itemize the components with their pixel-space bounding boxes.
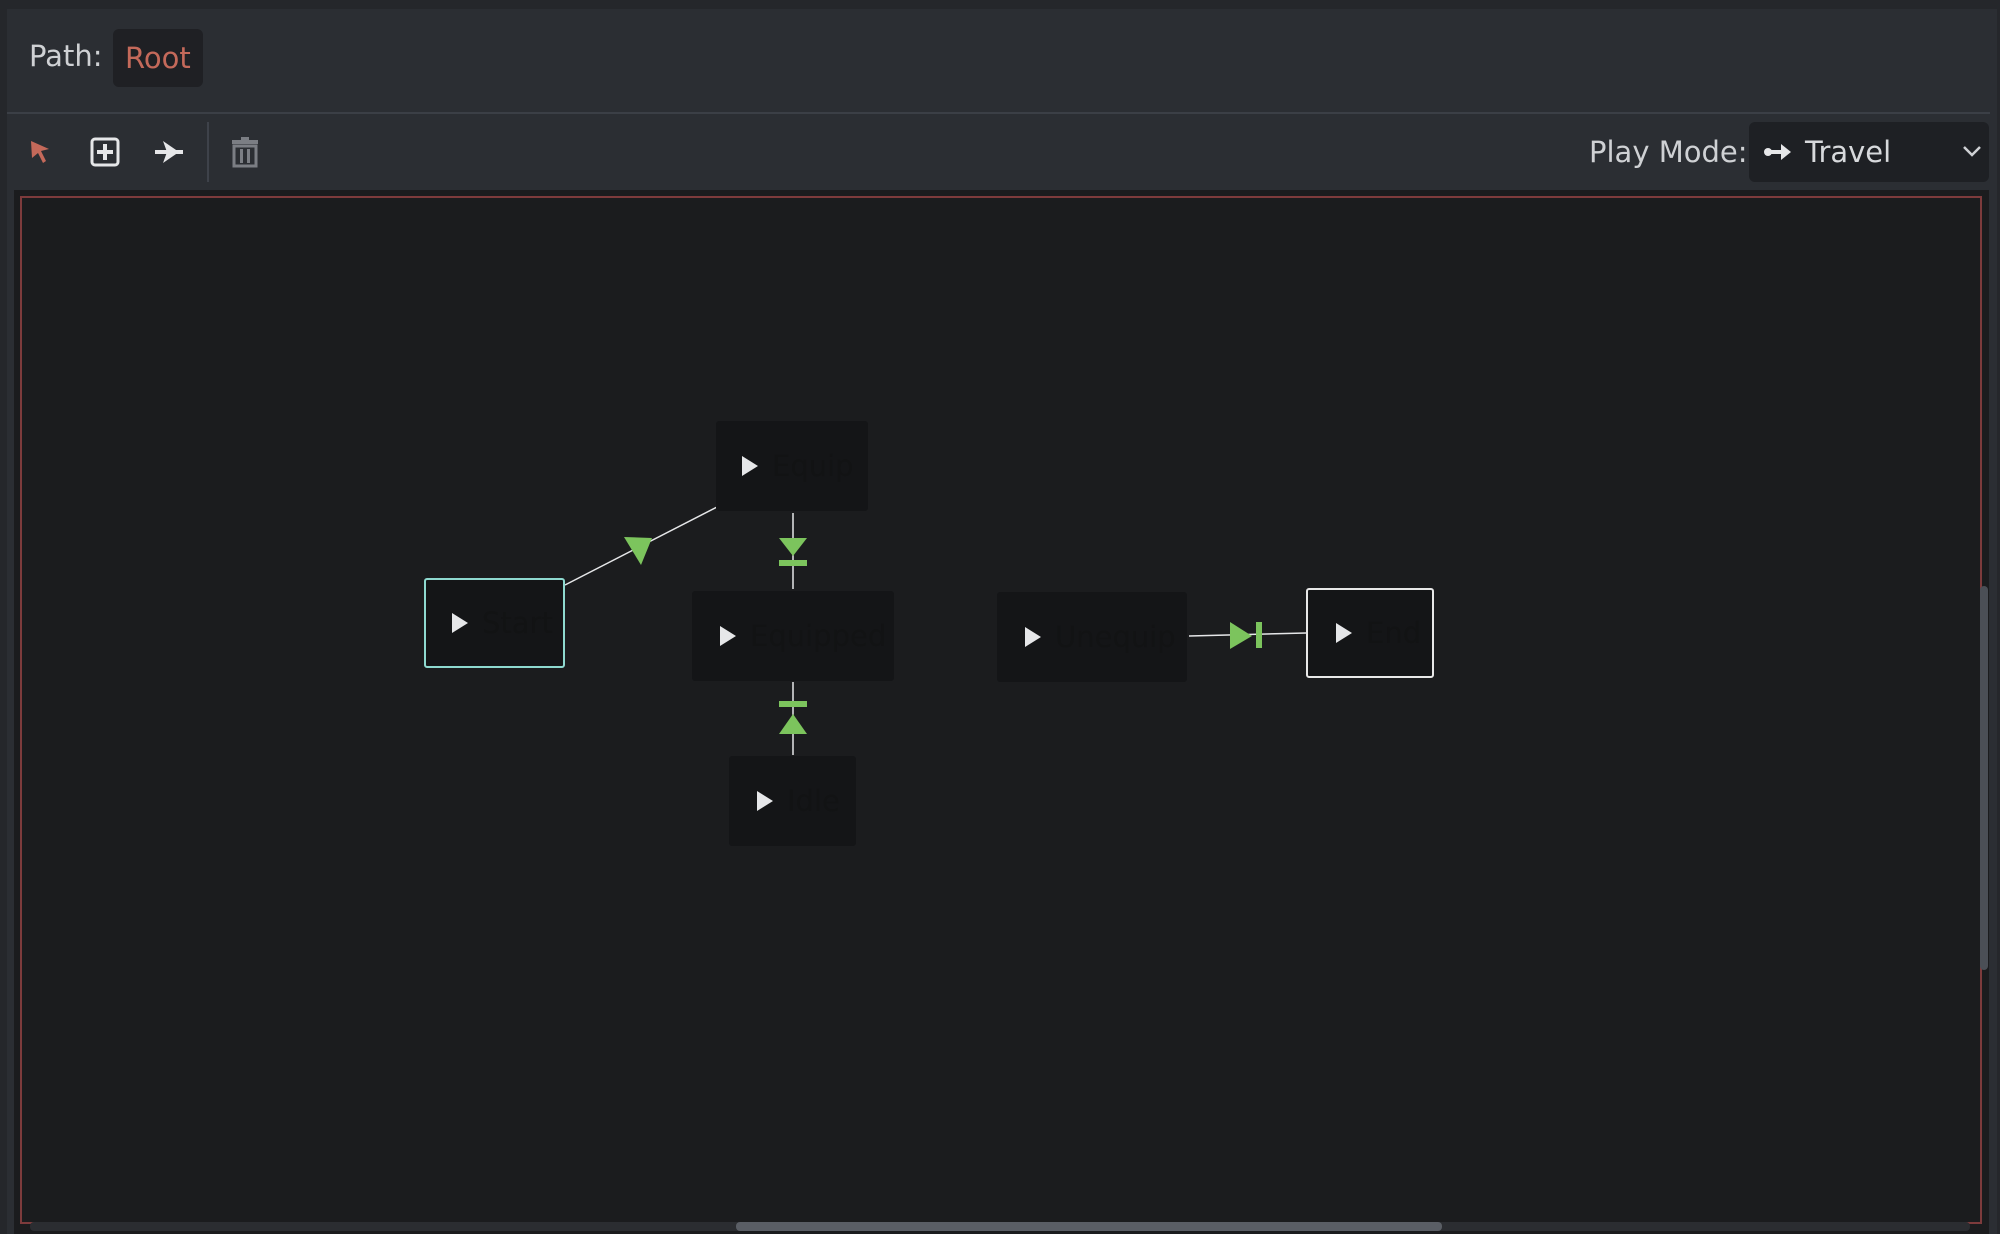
- transition-end-marker: [779, 560, 807, 566]
- play-icon[interactable]: [720, 626, 736, 646]
- play-icon[interactable]: [1336, 623, 1352, 643]
- node-label: Unequip: [1055, 620, 1176, 654]
- state-node-idle[interactable]: Idle: [729, 756, 856, 846]
- horizontal-scrollbar[interactable]: [736, 1222, 1442, 1231]
- animation-tree-editor: Path: Root Play Mode: Travel Equip Start…: [0, 0, 2000, 1234]
- node-label: Idle: [787, 784, 840, 818]
- state-node-end[interactable]: End: [1306, 588, 1434, 678]
- state-node-unequip[interactable]: Unequip: [997, 592, 1187, 682]
- play-icon[interactable]: [742, 456, 758, 476]
- play-icon[interactable]: [757, 791, 773, 811]
- play-icon[interactable]: [1025, 627, 1041, 647]
- state-node-equipped[interactable]: Equipped: [692, 591, 894, 681]
- node-label: Start: [482, 606, 553, 640]
- state-node-start[interactable]: Start: [424, 578, 565, 668]
- transition-end-marker: [779, 701, 807, 707]
- transition-arrow-icon[interactable]: [624, 537, 652, 565]
- node-label: Equipped: [750, 619, 887, 653]
- transition-arrow-icon[interactable]: [779, 538, 807, 556]
- vertical-scrollbar[interactable]: [1980, 586, 1988, 970]
- play-icon[interactable]: [452, 613, 468, 633]
- transition-end-marker: [1256, 622, 1262, 648]
- transition-arrow-icon[interactable]: [1230, 622, 1252, 649]
- node-label: End: [1366, 616, 1422, 650]
- node-label: Equip: [772, 449, 854, 483]
- transition-arrow-icon[interactable]: [779, 714, 807, 734]
- state-node-equip[interactable]: Equip: [716, 421, 868, 511]
